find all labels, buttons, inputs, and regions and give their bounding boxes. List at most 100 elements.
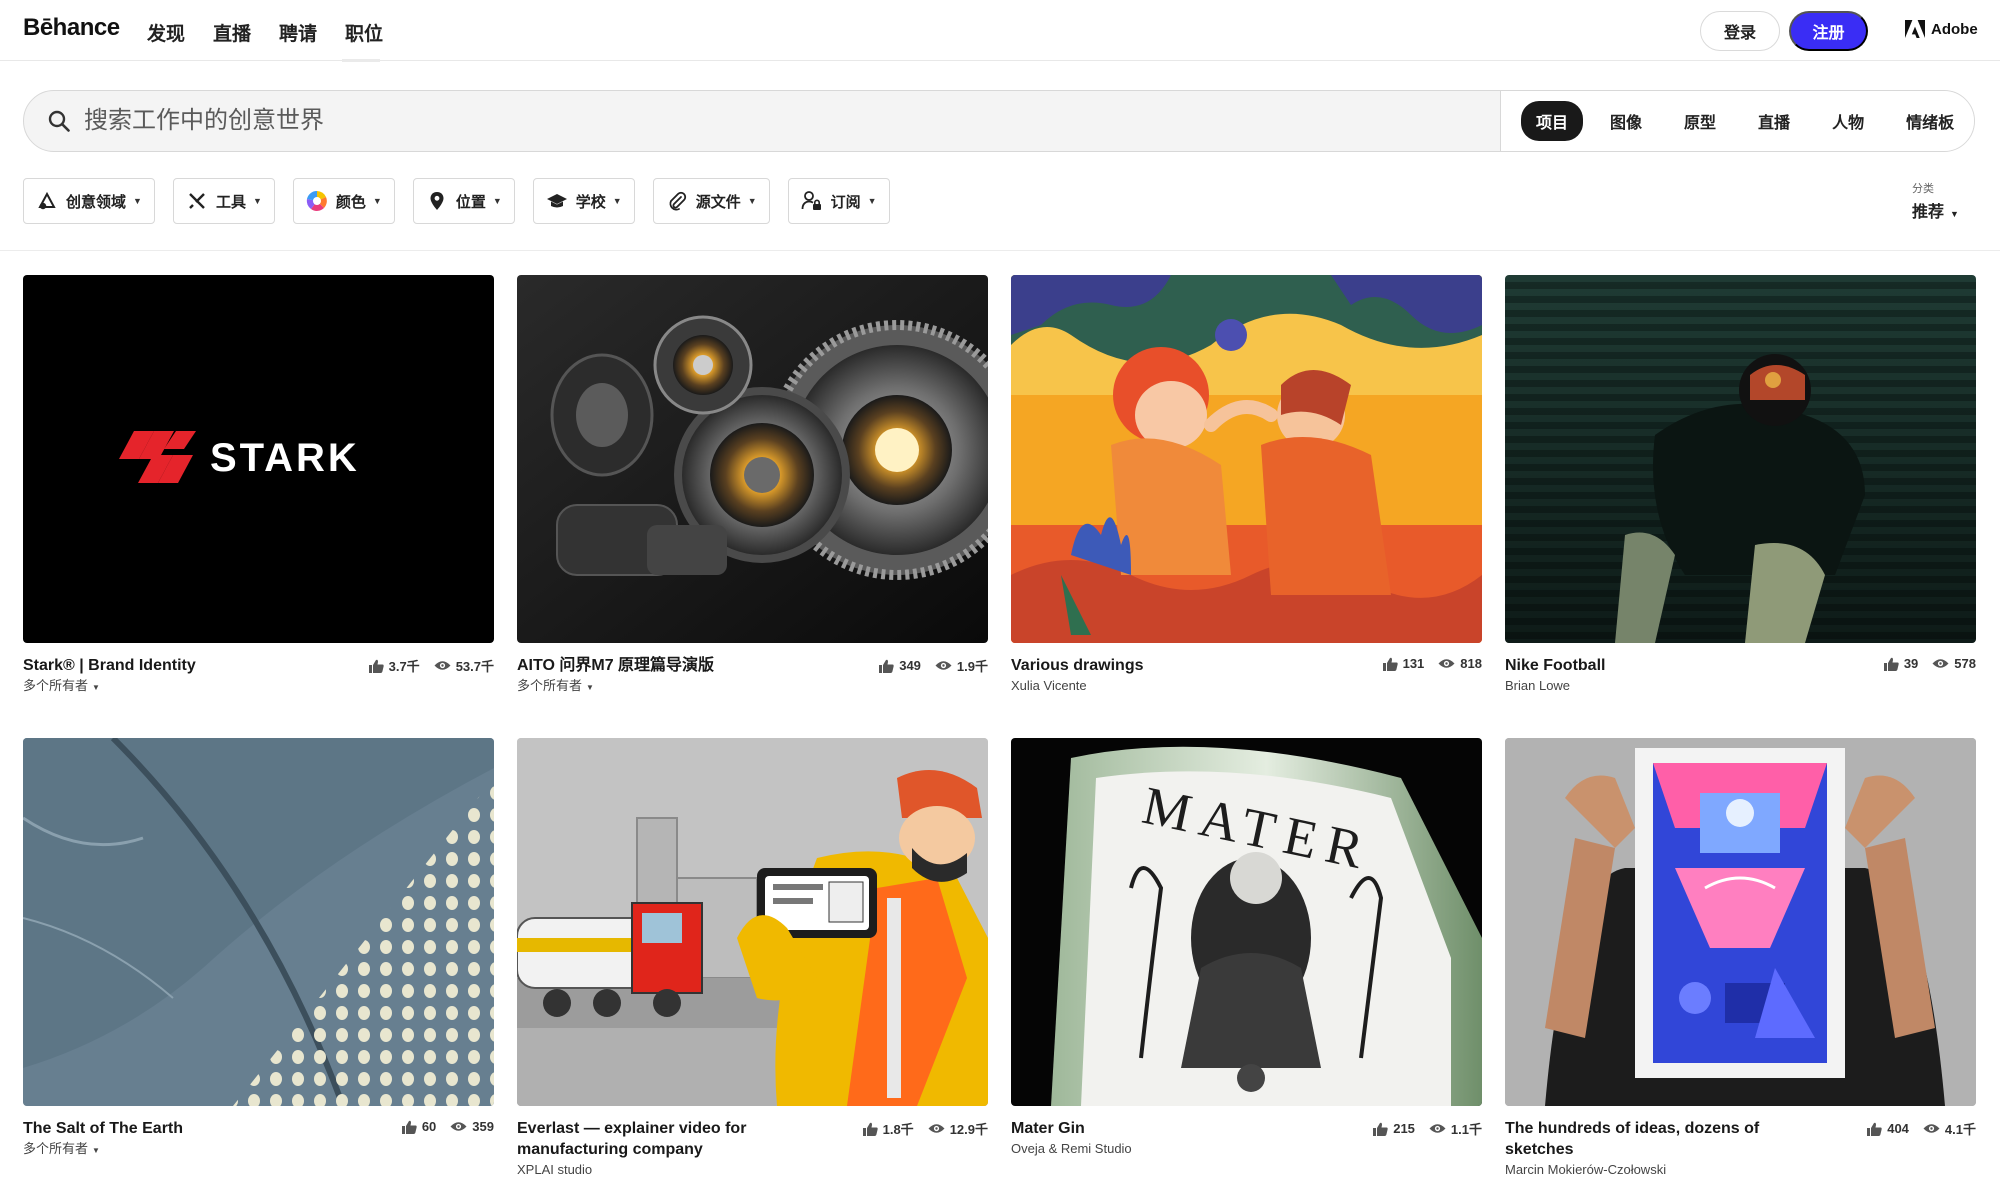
- project-meta: Mater Gin Oveja & Remi Studio 215 1.1千: [1011, 1118, 1482, 1157]
- nav-link-discover[interactable]: 发现: [147, 19, 185, 46]
- chevron-down-icon: ▼: [133, 196, 142, 206]
- signup-button[interactable]: 注册: [1789, 11, 1868, 51]
- location-pin-icon: [426, 190, 448, 212]
- filter-school[interactable]: 学校 ▼: [532, 178, 635, 224]
- filter-source-files[interactable]: 源文件 ▼: [652, 178, 770, 224]
- project-card[interactable]: Everlast — explainer video for manufactu…: [517, 738, 988, 1178]
- project-thumbnail[interactable]: [517, 738, 988, 1106]
- project-stats: 215 1.1千: [1359, 1119, 1482, 1138]
- project-meta: Everlast — explainer video for manufactu…: [517, 1118, 988, 1178]
- paperclip-icon: [666, 190, 688, 212]
- filter-tools[interactable]: 工具 ▼: [172, 178, 275, 224]
- nav-link-hire[interactable]: 聘请: [279, 19, 317, 46]
- project-title[interactable]: The Salt of The Earth: [23, 1118, 343, 1139]
- project-card[interactable]: AITO 问界M7 原理篇导演版 多个所有者 ▼ 349 1.9千: [517, 275, 988, 696]
- filter-bar: 创意领域 ▼ 工具 ▼ 颜色 ▼ 位置 ▼ 学校 ▼ 源文件 ▼ 订阅 ▼: [23, 178, 908, 224]
- project-owner[interactable]: Brian Lowe: [1505, 677, 1976, 694]
- tab-projects[interactable]: 项目: [1521, 101, 1584, 141]
- eye-icon: [1923, 1124, 1940, 1133]
- project-card[interactable]: The Salt of The Earth 多个所有者 ▼ 60 359: [23, 738, 494, 1159]
- subscription-icon: [801, 190, 823, 212]
- filter-label: 源文件: [695, 193, 741, 211]
- sort-selected-value: 推荐: [1912, 204, 1945, 221]
- chevron-down-icon: ▼: [586, 683, 594, 692]
- project-title[interactable]: Mater Gin: [1011, 1118, 1331, 1139]
- filter-color[interactable]: 颜色 ▼: [292, 178, 395, 224]
- top-navigation: Bēhance 发现 直播 聘请 职位 登录 注册 Adobe: [0, 0, 2000, 62]
- project-title[interactable]: The hundreds of ideas, dozens of sketche…: [1505, 1118, 1825, 1160]
- project-thumbnail[interactable]: [1505, 738, 1976, 1106]
- sort-dropdown[interactable]: 分类 推荐 ▼: [1912, 180, 1959, 222]
- project-meta: The hundreds of ideas, dozens of sketche…: [1505, 1118, 1976, 1178]
- adobe-label: Adobe: [1931, 20, 1978, 38]
- views-count: 1.1千: [1429, 1119, 1482, 1138]
- project-owner[interactable]: Xulia Vicente: [1011, 677, 1482, 694]
- likes-count: 39: [1883, 656, 1918, 671]
- likes-count: 60: [401, 1119, 436, 1134]
- project-card[interactable]: MATER Mater Gin Oveja & Remi Studio 215 …: [1011, 738, 1482, 1157]
- project-thumbnail[interactable]: [1011, 275, 1482, 643]
- project-owner[interactable]: 多个所有者 ▼: [517, 677, 988, 696]
- chevron-down-icon: ▼: [1950, 209, 1959, 219]
- project-title[interactable]: AITO 问界M7 原理篇导演版: [517, 655, 837, 676]
- project-title[interactable]: Everlast — explainer video for manufactu…: [517, 1118, 837, 1160]
- sort-value: 推荐 ▼: [1912, 198, 1959, 222]
- thumbs-up-icon: [368, 659, 384, 673]
- project-card[interactable]: The hundreds of ideas, dozens of sketche…: [1505, 738, 1976, 1178]
- project-card[interactable]: STARK Stark® | Brand Identity 多个所有者 ▼ 3.7…: [23, 275, 494, 696]
- eye-icon: [1932, 659, 1949, 668]
- project-meta: Nike Football Brian Lowe 39 578: [1505, 655, 1976, 694]
- project-title[interactable]: Nike Football: [1505, 655, 1825, 676]
- adobe-link[interactable]: Adobe: [1905, 20, 1978, 38]
- project-title[interactable]: Stark® | Brand Identity: [23, 655, 343, 676]
- project-title[interactable]: Various drawings: [1011, 655, 1331, 676]
- filter-label: 颜色: [335, 193, 366, 211]
- login-button[interactable]: 登录: [1700, 11, 1780, 51]
- behance-logo[interactable]: Bēhance: [23, 14, 120, 42]
- chevron-down-icon: ▼: [252, 196, 262, 206]
- project-thumbnail[interactable]: [23, 738, 494, 1106]
- project-owner[interactable]: XPLAI studio: [517, 1161, 988, 1178]
- search-input[interactable]: [84, 107, 1464, 135]
- tools-icon: [186, 190, 208, 212]
- project-owner[interactable]: 多个所有者 ▼: [23, 1140, 494, 1159]
- project-card[interactable]: Nike Football Brian Lowe 39 578: [1505, 275, 1976, 694]
- filter-subscription[interactable]: 订阅 ▼: [787, 178, 890, 224]
- tab-images[interactable]: 图像: [1595, 101, 1657, 141]
- nav-link-livestream[interactable]: 直播: [213, 19, 251, 46]
- filter-location[interactable]: 位置 ▼: [412, 178, 515, 224]
- tab-moodboards[interactable]: 情绪板: [1891, 101, 1969, 141]
- project-owner[interactable]: Oveja & Remi Studio: [1011, 1140, 1482, 1157]
- thumbs-up-icon: [862, 1122, 878, 1136]
- project-thumbnail[interactable]: [1505, 275, 1976, 643]
- project-thumbnail[interactable]: STARK: [23, 275, 494, 643]
- project-thumbnail[interactable]: [517, 275, 988, 643]
- chevron-down-icon: ▼: [92, 683, 100, 692]
- project-owner[interactable]: 多个所有者 ▼: [23, 677, 494, 696]
- eye-icon: [1429, 1124, 1446, 1133]
- thumb-brand-text: STARK: [210, 436, 360, 480]
- project-meta: Various drawings Xulia Vicente 131 818: [1011, 655, 1482, 694]
- project-meta: The Salt of The Earth 多个所有者 ▼ 60 359: [23, 1118, 494, 1159]
- eye-icon: [434, 661, 451, 670]
- likes-count: 131: [1382, 656, 1424, 671]
- nav-link-jobs[interactable]: 职位: [345, 19, 383, 46]
- tab-people[interactable]: 人物: [1817, 101, 1879, 141]
- thumbs-up-icon: [879, 659, 894, 673]
- views-count: 53.7千: [434, 656, 494, 675]
- eye-icon: [1438, 659, 1455, 668]
- project-owner[interactable]: Marcin Mokierów-Czołowski: [1505, 1161, 1976, 1178]
- tab-prototypes[interactable]: 原型: [1669, 101, 1731, 141]
- filter-creative-fields[interactable]: 创意领域 ▼: [23, 178, 155, 224]
- school-cap-icon: [546, 190, 568, 212]
- main-nav: 发现 直播 聘请 职位: [147, 19, 411, 46]
- project-thumbnail[interactable]: MATER: [1011, 738, 1482, 1106]
- chevron-down-icon: ▼: [372, 196, 382, 206]
- tab-livestreams[interactable]: 直播: [1743, 101, 1805, 141]
- views-count: 4.1千: [1923, 1119, 1976, 1138]
- thumbs-up-icon: [1867, 1122, 1882, 1136]
- adobe-logo-icon: [1905, 20, 1925, 38]
- project-card[interactable]: Various drawings Xulia Vicente 131 818: [1011, 275, 1482, 694]
- search-type-tabs: 项目 图像 原型 直播 人物 情绪板: [1500, 91, 1974, 151]
- likes-count: 215: [1373, 1121, 1415, 1136]
